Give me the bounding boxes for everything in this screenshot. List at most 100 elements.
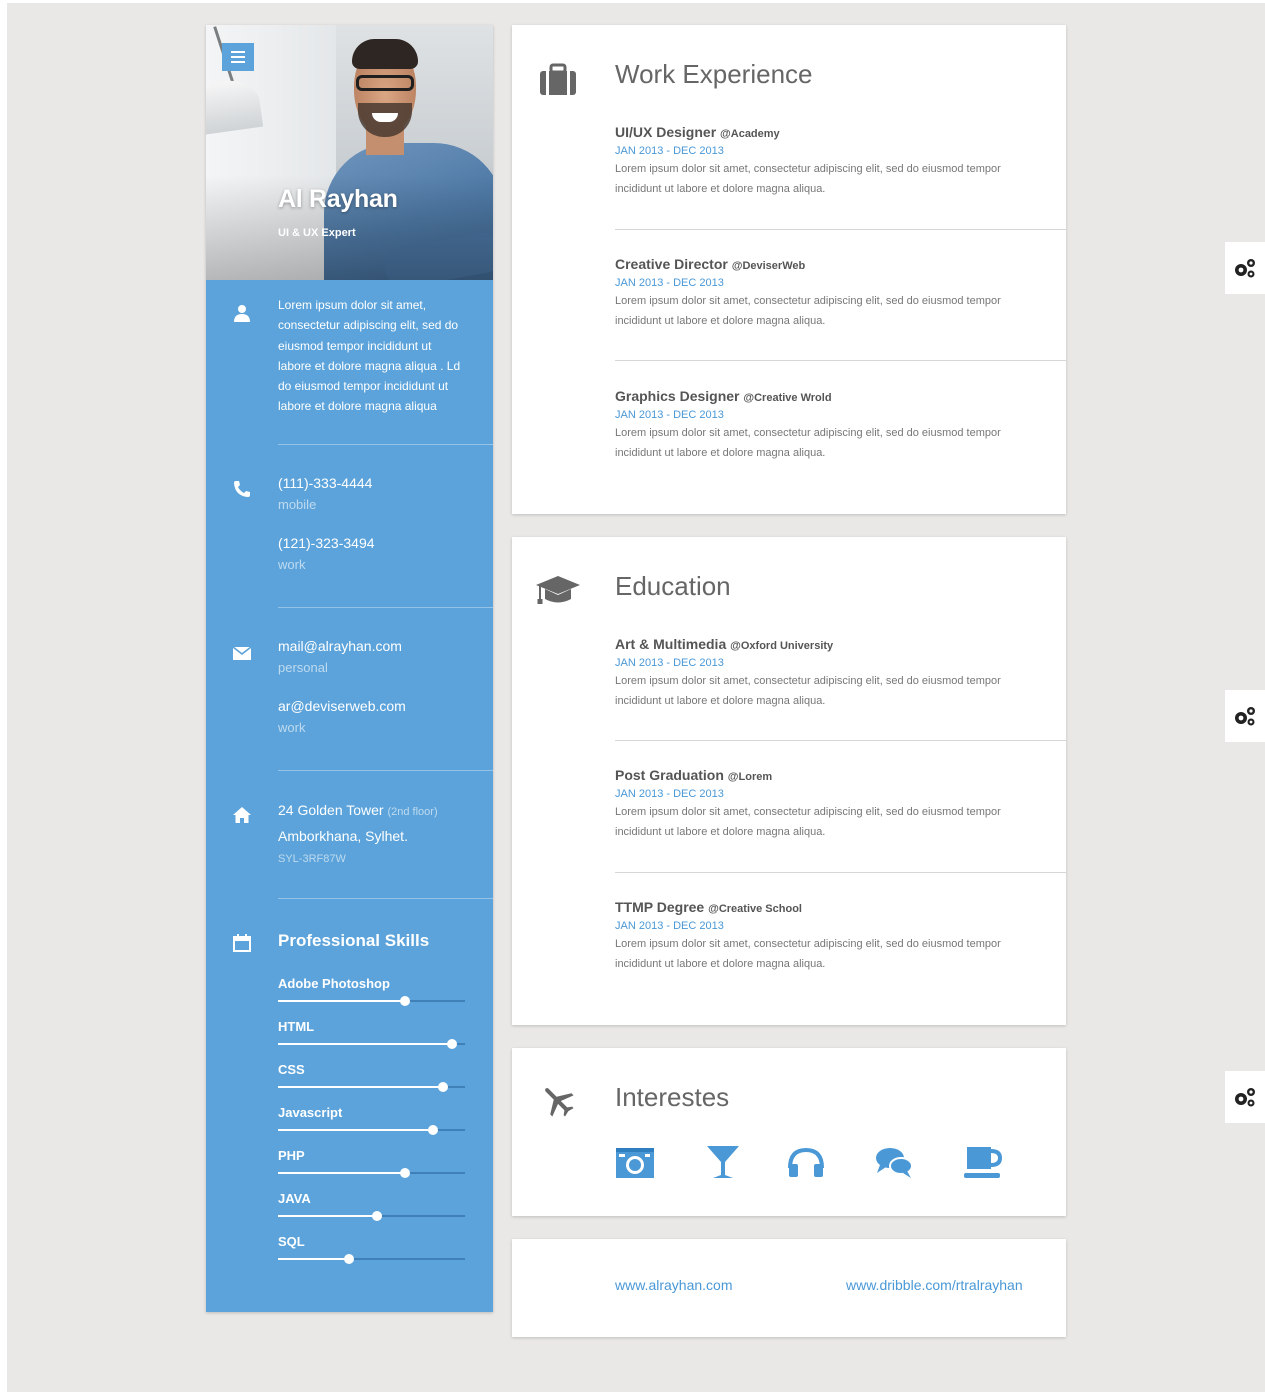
phone-work[interactable]: (121)-323-3494 [278,533,493,553]
skill-fill [278,1172,406,1174]
settings-tab[interactable] [1225,690,1265,742]
skill-item: Javascript [278,1105,465,1135]
phone-mobile-label: mobile [278,497,317,512]
skill-knob[interactable] [437,1082,448,1092]
education-entry: Post Graduation @Lorem JAN 2013 - DEC 20… [615,767,1066,842]
education-entry: Art & Multimedia @Oxford University JAN … [615,636,1066,711]
skill-slider[interactable] [278,1168,465,1178]
address-line2: Amborkhana, Sylhet. [278,828,408,844]
skill-knob[interactable] [400,996,411,1006]
skill-slider[interactable] [278,996,465,1006]
profile-role: UI & UX Expert [278,227,356,239]
skill-slider[interactable] [278,1254,465,1264]
skill-knob[interactable] [400,1168,411,1178]
phone-mobile[interactable]: (111)-333-4444 [278,473,493,493]
skill-label: SQL [278,1234,305,1249]
skill-knob[interactable] [428,1125,439,1135]
email-personal-label: personal [278,660,328,675]
entry-date: JAN 2013 - DEC 2013 [615,920,724,932]
entry-date: JAN 2013 - DEC 2013 [615,788,724,800]
divider [615,360,1066,361]
dribbble-link[interactable]: www.dribble.com/rtralrayhan [846,1277,1023,1293]
phone-work-label: work [278,557,306,572]
profile-photo: Al Rayhan UI & UX Expert [206,25,493,280]
address-floor: (2nd floor) [387,806,438,818]
skill-knob[interactable] [344,1254,355,1264]
skill-slider[interactable] [278,1039,465,1049]
skill-slider[interactable] [278,1211,465,1221]
skill-label: JAVA [278,1191,311,1206]
email-personal[interactable]: mail@alrayhan.com [278,636,493,656]
skill-fill [278,1215,378,1217]
entry-org: @Creative Wrold [743,392,832,404]
skill-label: CSS [278,1062,305,1077]
website-link[interactable]: www.alrayhan.com [615,1277,733,1293]
entry-title: Post Graduation [615,767,724,783]
about-text: Lorem ipsum dolor sit amet, consectetur … [278,298,461,414]
skill-knob[interactable] [446,1039,457,1049]
calendar-icon [233,934,251,952]
settings-tab[interactable] [1225,242,1265,294]
profile-name: Al Rayhan [278,185,398,213]
chat-icon [876,1148,913,1178]
skill-label: Javascript [278,1105,343,1120]
address-line1: 24 Golden Tower [278,802,384,818]
address-code: SYL-3RF87W [278,853,346,865]
entry-description: Lorem ipsum dolor sit amet, consectetur … [615,427,1001,459]
links-card: www.alrayhan.com www.dribble.com/rtralra… [512,1239,1066,1337]
skill-item: SQL [278,1234,465,1264]
entry-title: Creative Director [615,256,728,272]
entry-description: Lorem ipsum dolor sit amet, consectetur … [615,163,1001,195]
hamburger-icon [231,51,245,53]
entry-org: @Academy [720,128,780,140]
skill-fill [278,1000,406,1002]
skill-item: Adobe Photoshop [278,976,465,1006]
entry-description: Lorem ipsum dolor sit amet, consectetur … [615,675,1001,707]
divider [615,229,1066,230]
camera-icon [616,1148,654,1178]
work-entry: Graphics Designer @Creative Wrold JAN 20… [615,388,1066,463]
phone-icon [234,481,250,497]
divider [615,872,1066,873]
work-entry: UI/UX Designer @Academy JAN 2013 - DEC 2… [615,124,1066,199]
profile-sidebar: Al Rayhan UI & UX Expert Lorem ipsum dol… [206,25,493,1312]
gears-icon [1235,707,1255,726]
email-work-label: work [278,720,306,735]
skill-knob[interactable] [372,1211,383,1221]
skill-fill [278,1129,434,1131]
skills-title: Professional Skills [278,931,430,950]
divider [278,770,493,771]
entry-org: @Creative School [708,903,802,915]
skill-slider[interactable] [278,1082,465,1092]
education-card: Education Art & Multimedia @Oxford Unive… [512,537,1066,1025]
divider [615,740,1066,741]
briefcase-icon [540,63,576,95]
left-strip [0,0,7,1392]
entry-org: @DeviserWeb [731,260,806,272]
work-experience-card: Work Experience UI/UX Designer @Academy … [512,25,1066,514]
entry-date: JAN 2013 - DEC 2013 [615,409,724,421]
menu-button[interactable] [222,43,254,71]
entry-date: JAN 2013 - DEC 2013 [615,145,724,157]
gears-icon [1235,1088,1255,1107]
email-work[interactable]: ar@deviserweb.com [278,696,493,716]
coffee-icon [964,1147,1002,1178]
home-icon [233,807,251,823]
skill-item: HTML [278,1019,465,1049]
settings-tab[interactable] [1225,1071,1265,1123]
cocktail-icon [707,1146,739,1178]
divider [278,898,493,899]
skill-label: Adobe Photoshop [278,976,390,991]
entry-title: Graphics Designer [615,388,740,404]
skill-item: PHP [278,1148,465,1178]
interests-title: Interestes [615,1082,730,1112]
skill-label: PHP [278,1148,305,1163]
skill-item: CSS [278,1062,465,1092]
entry-org: @Lorem [727,771,773,783]
entry-date: JAN 2013 - DEC 2013 [615,657,724,669]
education-title: Education [615,571,731,601]
interests-card: Interestes [512,1048,1066,1216]
skill-slider[interactable] [278,1125,465,1135]
skill-item: JAVA [278,1191,465,1221]
entry-title: Art & Multimedia [615,636,727,652]
